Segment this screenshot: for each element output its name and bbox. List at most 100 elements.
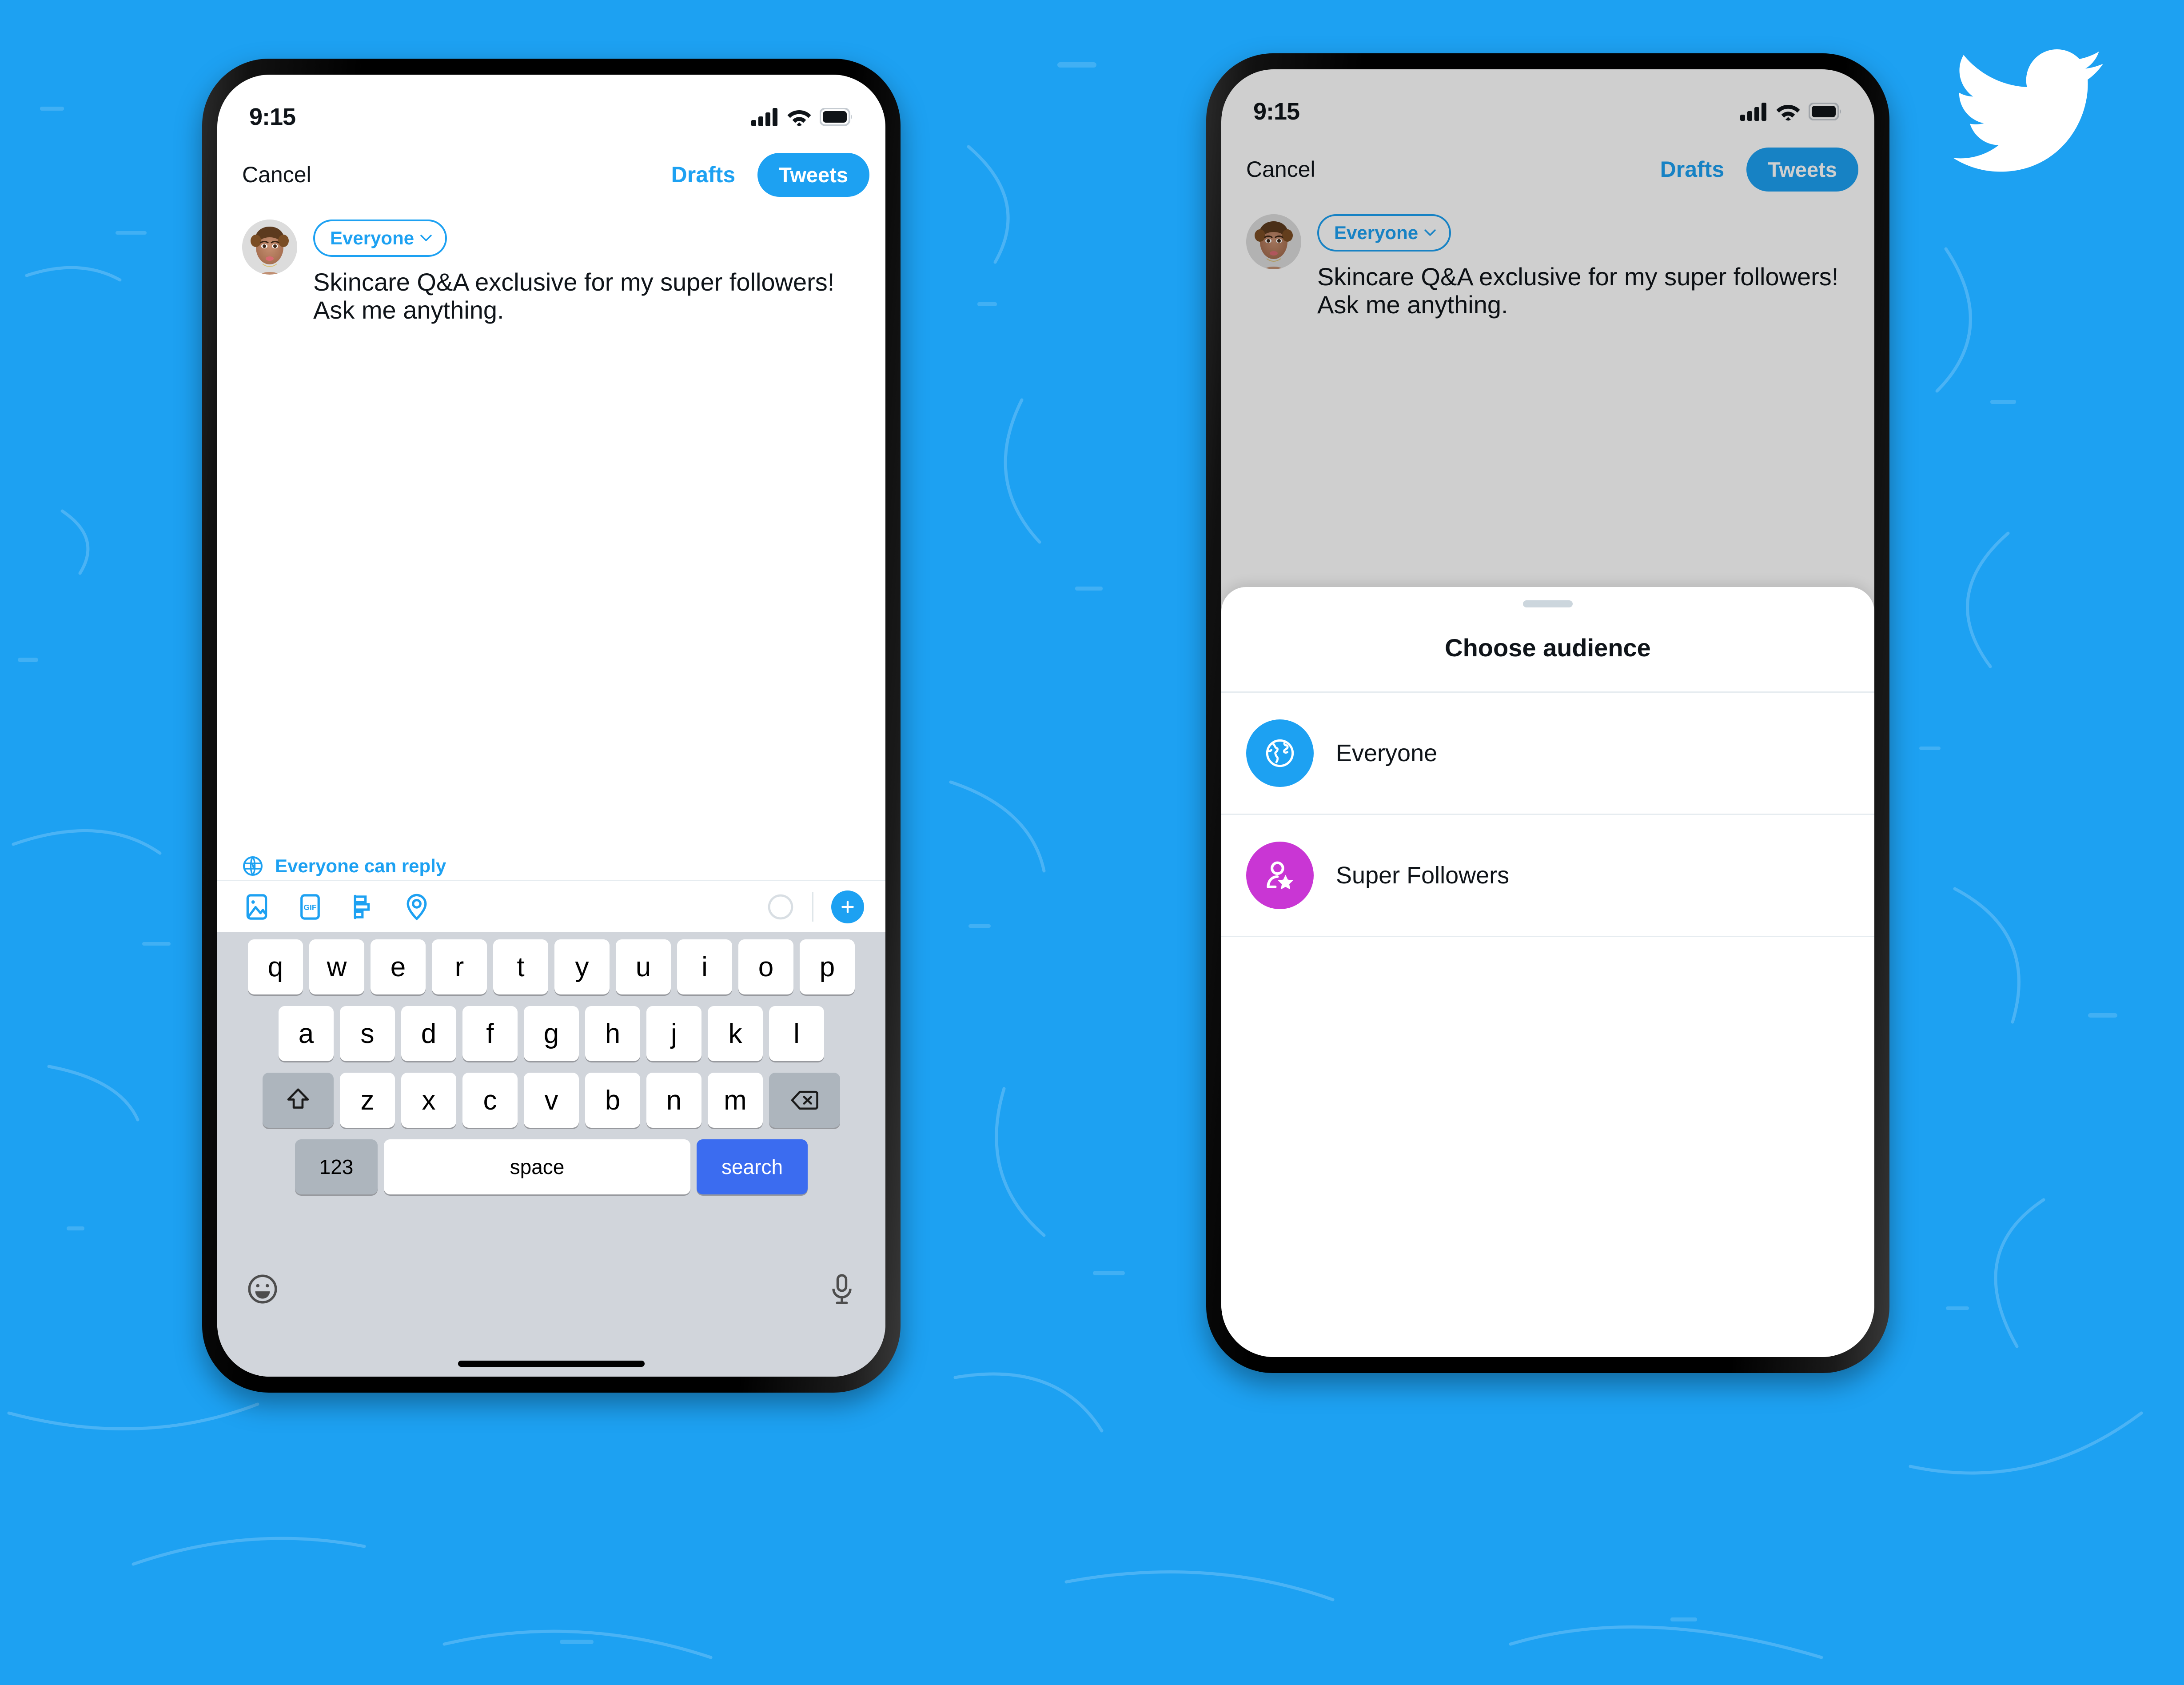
key-n[interactable]: n — [646, 1073, 701, 1128]
audience-option-label: Everyone — [1336, 740, 1438, 767]
key-k[interactable]: k — [708, 1006, 763, 1061]
backspace-key-icon — [791, 1090, 818, 1110]
wifi-icon — [787, 110, 811, 126]
cancel-button[interactable]: Cancel — [242, 162, 311, 188]
keyboard-row-3: z x c v b n m — [222, 1073, 881, 1128]
audience-selector-button[interactable]: Everyone — [313, 220, 447, 257]
key-l[interactable]: l — [769, 1006, 824, 1061]
chevron-down-icon — [420, 235, 432, 241]
key-z[interactable]: z — [340, 1073, 395, 1128]
key-f[interactable]: f — [462, 1006, 518, 1061]
key-g[interactable]: g — [524, 1006, 579, 1061]
status-bar: 9:15 — [1221, 69, 1874, 136]
backspace-key[interactable] — [769, 1073, 840, 1128]
user-avatar[interactable] — [242, 220, 297, 275]
shift-key-icon — [287, 1088, 309, 1109]
key-r[interactable]: r — [432, 939, 487, 994]
key-x[interactable]: x — [401, 1073, 456, 1128]
key-v[interactable]: v — [524, 1073, 579, 1128]
location-icon[interactable] — [402, 892, 431, 922]
user-avatar — [1246, 214, 1301, 269]
space-key[interactable]: space — [384, 1139, 690, 1194]
microphone-key-icon[interactable] — [827, 1272, 857, 1306]
everyone-icon-badge — [1246, 719, 1314, 787]
tweet-compose-text[interactable]: Skincare Q&A exclusive for my super foll… — [313, 268, 868, 324]
phone-mockup-audience: 9:15 Cancel Drafts Tweets Everyone Skinc… — [1206, 53, 1889, 1373]
drafts-button[interactable]: Drafts — [671, 162, 735, 188]
globe-icon — [1266, 739, 1294, 767]
cellular-signal-icon — [1740, 103, 1766, 121]
wifi-icon — [1776, 105, 1800, 121]
key-b[interactable]: b — [585, 1073, 640, 1128]
key-u[interactable]: u — [616, 939, 671, 994]
keyboard-row-2: a s d f g h j k l — [222, 1006, 881, 1061]
key-w[interactable]: w — [309, 939, 364, 994]
key-p[interactable]: p — [800, 939, 855, 994]
battery-icon — [1809, 103, 1841, 120]
key-a[interactable]: a — [279, 1006, 334, 1061]
compose-nav-bar: Cancel Drafts Tweets — [217, 141, 885, 208]
reply-setting-label: Everyone can reply — [275, 855, 446, 876]
choose-audience-sheet: Choose audience Everyone Super Followers — [1221, 587, 1874, 1357]
add-tweet-button[interactable] — [831, 890, 864, 923]
image-icon[interactable] — [242, 892, 271, 922]
globe-icon — [243, 856, 263, 876]
audience-selector-label: Everyone — [1334, 222, 1419, 243]
status-time: 9:15 — [249, 104, 296, 130]
sheet-grabber-handle[interactable] — [1523, 600, 1573, 607]
audience-selector-button: Everyone — [1317, 214, 1451, 252]
key-y[interactable]: y — [554, 939, 610, 994]
keyboard-row-4: 123 space search — [222, 1139, 881, 1194]
toolbar-divider — [812, 892, 813, 922]
tweet-submit-button[interactable]: Tweets — [757, 152, 869, 197]
tweet-compose-text: Skincare Q&A exclusive for my super foll… — [1317, 263, 1839, 319]
key-j[interactable]: j — [646, 1006, 701, 1061]
cellular-signal-icon — [751, 108, 777, 126]
emoji-key-icon[interactable] — [246, 1272, 279, 1306]
key-o[interactable]: o — [738, 939, 793, 994]
person-star-icon — [1267, 861, 1293, 890]
key-t[interactable]: t — [493, 939, 548, 994]
compose-nav-bar: Cancel Drafts Tweets — [1221, 136, 1874, 203]
audience-option-label: Super Followers — [1336, 862, 1510, 889]
keyboard-bottom-row — [222, 1206, 881, 1361]
audience-option-everyone[interactable]: Everyone — [1221, 693, 1874, 815]
audience-option-super-followers[interactable]: Super Followers — [1221, 815, 1874, 937]
key-m[interactable]: m — [708, 1073, 763, 1128]
phone-mockup-compose: 9:15 Cancel Drafts Tweets Everyone Skinc… — [202, 59, 901, 1393]
phone-screen-audience: 9:15 Cancel Drafts Tweets Everyone Skinc… — [1221, 69, 1874, 1357]
search-return-key[interactable]: search — [697, 1139, 808, 1194]
key-q[interactable]: q — [248, 939, 303, 994]
onscreen-keyboard: q w e r t y u i o p a s d f g h j k l z … — [217, 932, 885, 1377]
gif-icon[interactable]: GIF — [295, 892, 325, 922]
sheet-title: Choose audience — [1221, 607, 1874, 693]
numbers-key[interactable]: 123 — [295, 1139, 378, 1194]
audience-selector-label: Everyone — [330, 228, 414, 248]
battery-icon — [820, 108, 852, 126]
cancel-button[interactable]: Cancel — [1246, 156, 1315, 182]
reply-setting-button[interactable]: Everyone can reply — [242, 855, 446, 877]
compose-toolbar: GIF — [217, 880, 885, 932]
tweet-submit-button[interactable]: Tweets — [1746, 147, 1858, 192]
status-time: 9:15 — [1253, 98, 1300, 125]
home-indicator — [458, 1361, 645, 1367]
super-followers-icon-badge — [1246, 842, 1314, 909]
key-h[interactable]: h — [585, 1006, 640, 1061]
key-e[interactable]: e — [371, 939, 426, 994]
shift-key[interactable] — [263, 1073, 334, 1128]
drafts-button[interactable]: Drafts — [1660, 156, 1724, 182]
compose-area: Everyone Skincare Q&A exclusive for my s… — [1221, 203, 1874, 319]
phone-screen-compose: 9:15 Cancel Drafts Tweets Everyone Skinc… — [217, 75, 885, 1377]
key-i[interactable]: i — [677, 939, 732, 994]
character-count-ring — [768, 894, 793, 919]
svg-text:GIF: GIF — [303, 903, 317, 912]
compose-area: Everyone Skincare Q&A exclusive for my s… — [217, 208, 885, 324]
key-s[interactable]: s — [340, 1006, 395, 1061]
keyboard-row-1: q w e r t y u i o p — [222, 939, 881, 994]
key-d[interactable]: d — [401, 1006, 456, 1061]
chevron-down-icon — [1424, 229, 1436, 236]
poll-icon[interactable] — [349, 892, 378, 922]
twitter-bird-logo — [1953, 49, 2103, 172]
plus-icon — [841, 900, 854, 913]
key-c[interactable]: c — [462, 1073, 518, 1128]
